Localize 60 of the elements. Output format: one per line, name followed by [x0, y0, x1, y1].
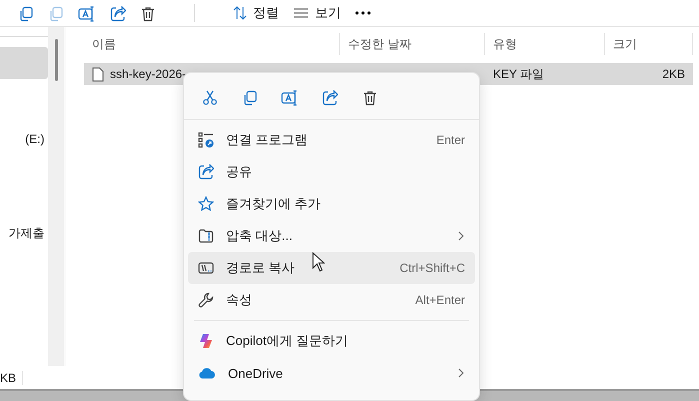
copy-icon: [18, 6, 34, 22]
rename-icon: [281, 90, 299, 106]
menu-item-label: 즐겨찾기에 추가: [226, 195, 321, 213]
wrench-icon: [198, 292, 214, 308]
sort-arrows-icon: [233, 6, 247, 20]
menu-item[interactable]: 즐겨찾기에 추가: [188, 188, 475, 220]
share-icon: [110, 6, 126, 22]
menu-item-label: 압축 대상...: [226, 227, 292, 245]
copy-button[interactable]: [18, 6, 34, 22]
menu-item[interactable]: 공유: [188, 156, 475, 188]
mouse-cursor-icon: [312, 252, 325, 272]
menu-item[interactable]: 압축 대상...: [188, 220, 475, 252]
column-header[interactable]: 이름: [84, 33, 340, 55]
trash-icon: [140, 6, 156, 22]
menu-item-label: 속성: [226, 291, 252, 309]
menu-item[interactable]: OneDrive: [188, 357, 475, 389]
menu-item-label: OneDrive: [228, 366, 283, 380]
zip-folder-icon: [198, 228, 214, 244]
share-button[interactable]: [110, 6, 126, 22]
path-icon: [198, 260, 214, 276]
column-header[interactable]: 유형: [485, 33, 605, 55]
shortcut-text: Enter: [436, 133, 465, 147]
file-type: KEY 파일: [492, 66, 546, 82]
sidebar-item[interactable]: 가제출: [0, 217, 48, 249]
cloud-icon: [198, 366, 216, 380]
menu-item-label: 연결 프로그램: [226, 131, 308, 149]
app-list-icon: [198, 132, 214, 148]
rename-button[interactable]: [78, 6, 96, 22]
menu-item[interactable]: Copilot에게 질문하기: [188, 325, 475, 357]
trash-icon: [362, 90, 378, 106]
column-header[interactable]: 크기: [605, 33, 693, 55]
column-header[interactable]: 수정한 날짜: [340, 33, 485, 55]
shortcut-text: Ctrl+Shift+C: [400, 261, 465, 275]
copy-icon: [48, 6, 64, 22]
more-icon: [355, 11, 371, 15]
scissors-icon: [202, 90, 218, 106]
share-icon: [198, 164, 214, 180]
shortcut-text: Alt+Enter: [415, 293, 465, 307]
copilot-icon: [198, 333, 214, 349]
share-icon: [322, 90, 338, 106]
file-name: ssh-key-2026-: [110, 67, 186, 81]
file-icon: [92, 66, 104, 82]
copy-icon: [242, 90, 258, 106]
menu-item[interactable]: 경로로 복사 Ctrl+Shift+C: [188, 252, 475, 284]
view-button[interactable]: 보기: [293, 4, 341, 22]
status-text: KB: [0, 371, 24, 385]
menu-item-label: 경로로 복사: [226, 259, 295, 277]
more-button[interactable]: [355, 11, 371, 15]
menu-item-label: 공유: [226, 163, 252, 181]
menu-item[interactable]: 연결 프로그램 Enter: [188, 124, 475, 156]
menu-item[interactable]: 속성 Alt+Enter: [188, 284, 475, 316]
scrollbar-thumb[interactable]: [54, 39, 58, 81]
trash-button[interactable]: [140, 6, 156, 22]
menu-item-label: Copilot에게 질문하기: [226, 332, 348, 350]
sort-button[interactable]: 정렬: [233, 4, 279, 22]
lines-icon: [293, 7, 309, 19]
sidebar-item[interactable]: (E:): [0, 123, 48, 155]
star-icon: [198, 196, 214, 212]
file-size: 2KB: [661, 67, 686, 81]
rename-icon: [78, 6, 96, 22]
